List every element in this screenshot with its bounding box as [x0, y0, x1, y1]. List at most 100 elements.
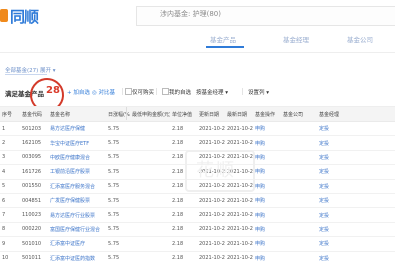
min-purchase	[130, 236, 170, 252]
fund-name[interactable]: 易方达医疗行业股票	[48, 207, 106, 223]
buy-link[interactable]: 申购	[253, 121, 281, 137]
fund-code[interactable]: 000220	[20, 222, 48, 238]
compare-button[interactable]: ◎ 对比基	[92, 88, 115, 96]
table-body: 1501203易方达医疗保健5.752.182021-10-292021-10-…	[0, 121, 395, 264]
fund-code[interactable]: 001550	[20, 179, 48, 194]
buy-link[interactable]: 申购	[253, 222, 281, 238]
fund-code[interactable]: 161726	[20, 164, 48, 180]
fund-name[interactable]: 广发医疗保健股票	[48, 193, 106, 209]
column-header-nav[interactable]: 单位净值	[170, 106, 197, 122]
fund-name[interactable]: 华宝中证医疗ETF	[48, 135, 106, 151]
row-index: 9	[0, 236, 20, 252]
row-index: 6	[0, 193, 20, 209]
update-date: 2021-10-29	[197, 121, 225, 137]
column-header-update-date[interactable]: 更新日期	[197, 106, 225, 122]
table-row[interactable]: 8000220富国医疗保健行业混合5.752.182021-10-292021-…	[0, 222, 395, 238]
logo-text: 同顺	[10, 8, 39, 26]
fund-code[interactable]: 110023	[20, 207, 48, 223]
buy-link[interactable]: 申购	[253, 164, 281, 180]
extra-cell	[351, 164, 395, 180]
buy-link[interactable]: 申购	[253, 236, 281, 252]
column-header-manager[interactable]: 基金经理	[317, 106, 351, 122]
buy-link[interactable]: 申购	[253, 150, 281, 166]
invest-link[interactable]: 定投	[317, 207, 351, 223]
latest-date: 2021-10-29	[225, 236, 253, 252]
latest-date: 2021-10-29	[225, 121, 253, 137]
column-header-index: 序号	[0, 106, 20, 122]
fund-name[interactable]: 汇添富医疗服务混合	[48, 179, 106, 194]
table-row[interactable]: 6004851广发医疗保健股票5.752.182021-10-292021-10…	[0, 193, 395, 209]
daily-change: 5.75	[106, 150, 130, 166]
invest-link[interactable]: 定投	[317, 179, 351, 194]
fund-company	[281, 193, 317, 209]
buy-link[interactable]: 申购	[253, 251, 281, 264]
invest-link[interactable]: 定投	[317, 251, 351, 264]
fund-company	[281, 251, 317, 264]
table-row[interactable]: 1501203易方达医疗保健5.752.182021-10-292021-10-…	[0, 121, 395, 137]
add-watchlist-button[interactable]: + 加自选	[67, 88, 90, 96]
fund-code[interactable]: 501010	[20, 236, 48, 252]
min-purchase	[130, 150, 170, 166]
search-query[interactable]: 涉内基金: 护理(80)	[160, 9, 221, 19]
fund-name[interactable]: 中欧医疗健康混合	[48, 150, 106, 166]
table-row[interactable]: 2162105华宝中证医疗ETF5.752.182021-10-292021-1…	[0, 135, 395, 151]
fund-name[interactable]: 富国医疗保健行业混合	[48, 222, 106, 238]
unit-nav: 2.18	[170, 251, 197, 264]
active-tab-indicator	[206, 46, 244, 48]
buy-link[interactable]: 申购	[253, 207, 281, 223]
fund-company	[281, 179, 317, 194]
column-header-name[interactable]: 基金名称	[48, 106, 106, 122]
invest-link[interactable]: 定投	[317, 193, 351, 209]
column-header-code[interactable]: 基金代码	[20, 106, 48, 122]
update-date: 2021-10-29	[197, 236, 225, 252]
by-manager-dropdown[interactable]: 按基金经理 ▾	[196, 88, 228, 96]
buy-link[interactable]: 申购	[253, 135, 281, 151]
invest-link[interactable]: 定投	[317, 150, 351, 166]
fund-code[interactable]: 501011	[20, 251, 48, 264]
only-purchasable-label[interactable]: 仅可购买	[132, 88, 154, 96]
invest-link[interactable]: 定投	[317, 222, 351, 238]
fund-company	[281, 207, 317, 223]
min-purchase	[130, 193, 170, 209]
fund-name[interactable]: 汇添富中证医药指数	[48, 251, 106, 264]
min-purchase	[130, 207, 170, 223]
column-header-latest-date[interactable]: 最新日期	[225, 106, 253, 122]
extra-cell	[351, 236, 395, 252]
row-index: 2	[0, 135, 20, 151]
tab-fund-managers[interactable]: 基金经理	[283, 34, 309, 44]
logo[interactable]: 同顺	[0, 0, 58, 30]
buy-link[interactable]: 申购	[253, 179, 281, 194]
fund-code[interactable]: 004851	[20, 193, 48, 209]
my-watchlist-checkbox[interactable]	[162, 88, 169, 95]
invest-link[interactable]: 定投	[317, 135, 351, 151]
tab-fund-products[interactable]: 基金产品	[210, 34, 236, 44]
fund-code[interactable]: 501203	[20, 121, 48, 137]
row-index: 10	[0, 251, 20, 264]
fund-name[interactable]: 汇添富中证医疗	[48, 236, 106, 252]
table-row[interactable]: 10501011汇添富中证医药指数5.752.182021-10-292021-…	[0, 251, 395, 264]
latest-date: 2021-10-29	[225, 222, 253, 238]
fund-code[interactable]: 003095	[20, 150, 48, 166]
invest-link[interactable]: 定投	[317, 121, 351, 137]
column-divider	[126, 107, 127, 120]
breadcrumb[interactable]: 全部基金(27) 展开 ▾	[5, 66, 56, 74]
invest-link[interactable]: 定投	[317, 164, 351, 180]
extra-cell	[351, 251, 395, 264]
row-index: 8	[0, 222, 20, 238]
fund-name[interactable]: 易方达医疗保健	[48, 121, 106, 137]
only-purchasable-checkbox[interactable]	[125, 88, 132, 95]
tab-fund-companies[interactable]: 基金公司	[347, 34, 373, 44]
fund-code[interactable]: 162105	[20, 135, 48, 151]
buy-link[interactable]: 申购	[253, 193, 281, 209]
table-row[interactable]: 9501010汇添富中证医疗5.752.182021-10-292021-10-…	[0, 236, 395, 252]
table-row[interactable]: 7110023易方达医疗行业股票5.752.182021-10-292021-1…	[0, 207, 395, 223]
column-header-company[interactable]: 基金公司	[281, 106, 317, 122]
set-columns-dropdown[interactable]: 设置列 ▾	[248, 88, 269, 96]
fund-name[interactable]: 工银前沿医疗股票	[48, 164, 106, 180]
extra-cell	[351, 207, 395, 223]
my-watchlist-label[interactable]: 我的自选	[169, 88, 191, 96]
fund-company	[281, 121, 317, 137]
invest-link[interactable]: 定投	[317, 236, 351, 252]
extra-cell	[351, 135, 395, 151]
column-header-min-purchase[interactable]: 最低申购金额(元)	[130, 106, 170, 122]
